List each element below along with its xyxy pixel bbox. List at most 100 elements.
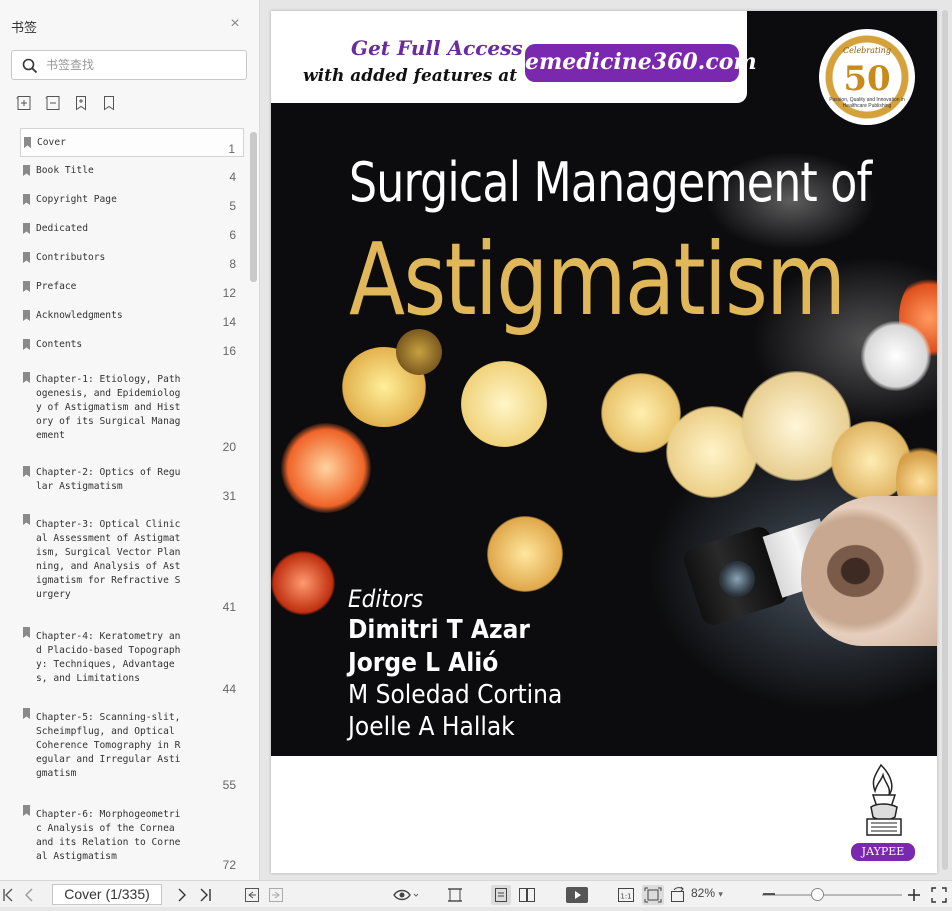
bookmark-icon[interactable]	[101, 95, 117, 111]
fit-page-icon	[644, 887, 662, 903]
add-bookmark-icon[interactable]	[73, 95, 89, 111]
first-page-button[interactable]	[2, 885, 14, 905]
single-page-button[interactable]	[491, 885, 511, 905]
bookmark-label: Contributors	[36, 252, 106, 263]
publisher-logo: JAYPEE	[851, 761, 915, 861]
bookmark-label: Acknowledgments	[36, 310, 123, 321]
banner-subline: with added features at	[303, 66, 518, 86]
two-page-button[interactable]	[517, 885, 537, 905]
reading-mode-button[interactable]	[392, 885, 420, 905]
bookmark-flag-icon	[23, 372, 30, 383]
collapse-all-icon[interactable]	[45, 95, 61, 111]
anniversary-seal: Celebrating 50 Passion, Quality and Inno…	[819, 29, 915, 125]
bookmark-page: 55	[222, 778, 236, 792]
bokeh-light	[861, 321, 931, 391]
slideshow-button[interactable]	[565, 885, 589, 905]
cover-footer	[271, 756, 937, 873]
zoom-in-button[interactable]	[905, 885, 923, 905]
zoom-level[interactable]: 82% ▾	[691, 886, 723, 900]
bookmark-page: 44	[222, 682, 236, 696]
publisher-name: JAYPEE	[851, 843, 915, 861]
bookmark-label: Preface	[36, 281, 77, 292]
bookmark-item-cover[interactable]: Cover 1	[20, 128, 244, 157]
bookmark-flag-icon	[23, 339, 30, 350]
bookmark-label: Contents	[36, 339, 83, 350]
pdf-page: Get Full Access with added features at e…	[271, 11, 937, 873]
first-page-icon	[3, 888, 13, 902]
bookmark-item[interactable]: Chapter-4: Keratometry and Placido-based…	[20, 625, 244, 699]
bookmark-item[interactable]: Copyright Page 5	[20, 186, 244, 215]
zoom-out-button[interactable]	[761, 884, 777, 904]
bookmark-item[interactable]: Chapter-6: Morphogeometric Analysis of t…	[20, 804, 244, 880]
bookmark-label: Copyright Page	[36, 194, 117, 205]
editor-name: Dimitri T Azar	[348, 615, 530, 645]
rotate-button[interactable]	[669, 885, 687, 905]
bookmark-label: Book Title	[36, 165, 94, 176]
fit-width-button[interactable]	[447, 885, 463, 905]
bookmark-flag-icon	[23, 194, 30, 205]
forward-button[interactable]	[268, 885, 284, 905]
seal-tagline: Passion, Quality and Innovation in Healt…	[829, 97, 905, 109]
promo-banner[interactable]: Get Full Access with added features at e…	[271, 11, 757, 103]
bookmark-page: 14	[222, 315, 236, 329]
chevron-right-icon	[178, 888, 186, 902]
fit-page-button[interactable]	[642, 885, 664, 905]
bookmark-flag-icon	[23, 223, 30, 234]
bookmark-item[interactable]: Dedicated 6	[20, 215, 244, 244]
bookmark-page: 1	[228, 142, 235, 156]
chevron-left-icon	[25, 888, 33, 902]
bookmark-flag-icon	[23, 252, 30, 263]
bookmark-item[interactable]: Chapter-3: Optical Clinical Assessment o…	[20, 512, 244, 614]
actual-size-button[interactable]: 1:1	[617, 885, 635, 905]
actual-size-icon: 1:1	[618, 888, 634, 902]
bookmark-item[interactable]: Contents 16	[20, 331, 244, 360]
bookmark-item[interactable]: Chapter-2: Optics of Regular Astigmatism…	[20, 459, 244, 507]
seal-number: 50	[843, 59, 891, 99]
chevron-down-icon: ▾	[718, 889, 723, 899]
book-title-line1: Surgical Management of	[349, 151, 872, 214]
close-icon[interactable]: ×	[228, 16, 242, 32]
bookmark-flag-icon	[23, 310, 30, 321]
bookmark-label: Chapter-1: Etiology, Pathogenesis, and E…	[36, 374, 181, 441]
minus-icon	[763, 893, 775, 895]
last-page-icon	[200, 888, 211, 902]
two-page-icon	[519, 888, 535, 902]
prev-page-button[interactable]	[22, 885, 36, 905]
next-page-button[interactable]	[175, 885, 189, 905]
bookmark-label: Chapter-4: Keratometry and Placido-based…	[36, 631, 181, 684]
search-icon	[22, 58, 38, 74]
bokeh-light	[461, 361, 547, 447]
torch-icon	[866, 763, 902, 836]
panel-title: 书签	[11, 20, 38, 35]
bookmark-flag-icon	[24, 137, 31, 148]
bookmark-search[interactable]	[11, 50, 247, 80]
bookmark-item[interactable]: Preface 12	[20, 273, 244, 302]
bookmark-page: 6	[229, 228, 236, 242]
fit-width-icon	[448, 888, 462, 902]
rotate-icon	[671, 886, 684, 902]
bookmark-item[interactable]: Chapter-1: Etiology, Pathogenesis, and E…	[20, 366, 244, 456]
bookmark-scrollbar[interactable]	[250, 132, 257, 282]
bookmark-item[interactable]: Chapter-5: Scanning-slit, Scheimpflug, a…	[20, 706, 244, 792]
status-toolbar: Cover (1/335) 1:1 82% ▾	[0, 880, 952, 907]
instrument-lens	[719, 561, 755, 597]
bookmark-item[interactable]: Book Title 4	[20, 157, 244, 186]
bookmark-search-input[interactable]	[46, 56, 236, 74]
editor-name: Joelle A Hallak	[348, 712, 515, 742]
expand-all-icon[interactable]	[16, 95, 32, 111]
document-scrollbar[interactable]	[942, 10, 948, 870]
last-page-button[interactable]	[199, 885, 213, 905]
page-number-input[interactable]: Cover (1/335)	[52, 884, 162, 905]
fullscreen-icon	[931, 887, 947, 903]
bookmark-page: 12	[222, 286, 236, 300]
bookmark-item[interactable]: Acknowledgments 14	[20, 302, 244, 331]
zoom-slider-handle[interactable]	[811, 888, 824, 901]
banner-site-badge[interactable]: emedicine360.com	[525, 44, 757, 82]
back-icon	[245, 888, 259, 902]
zoom-slider[interactable]	[762, 894, 902, 896]
bookmark-page: 8	[229, 257, 236, 271]
bookmark-item[interactable]: Contributors 8	[20, 244, 244, 273]
back-button[interactable]	[244, 885, 260, 905]
fullscreen-button[interactable]	[930, 885, 948, 905]
banner-headline: Get Full Access	[351, 36, 523, 60]
